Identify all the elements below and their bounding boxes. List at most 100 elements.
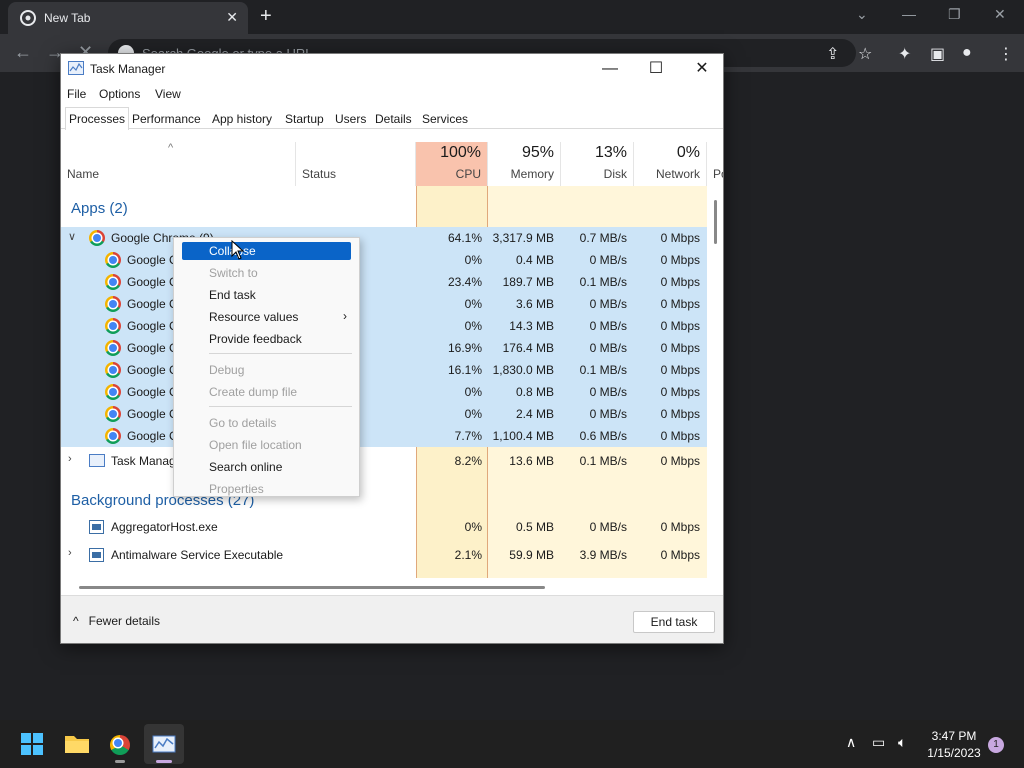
menu-view[interactable]: View <box>155 87 181 101</box>
menu-item-search-online[interactable]: Search online <box>182 458 351 476</box>
cpu-value: 0% <box>464 319 482 333</box>
chrome-taskbar-button[interactable] <box>100 724 140 764</box>
tab-users[interactable]: Users <box>331 107 370 129</box>
start-button[interactable] <box>12 724 52 764</box>
column-network[interactable]: 0% Network <box>634 142 707 186</box>
tab-strip: Processes Performance App history Startu… <box>61 107 723 130</box>
fewer-details-button[interactable]: ^ Fewer details <box>73 614 160 628</box>
cpu-total: 100% <box>440 144 481 161</box>
chevron-up-icon[interactable]: ∧ <box>846 734 856 751</box>
memory-total: 95% <box>521 144 554 161</box>
menu-options[interactable]: Options <box>99 87 140 101</box>
table-row[interactable]: Google Chrome 16.9% 176.4 MB 0 MB/s 0 Mb… <box>61 337 707 359</box>
maximize-button[interactable]: ☐ <box>633 58 679 82</box>
menu-item-provide-feedback[interactable]: Provide feedback <box>182 330 351 348</box>
memory-value: 0.4 MB <box>515 253 554 267</box>
disk-value: 0.6 MB/s <box>579 429 627 443</box>
bookmark-star-icon[interactable]: ☆ <box>858 44 872 64</box>
chrome-icon <box>105 384 121 400</box>
file-explorer-button[interactable] <box>57 724 97 764</box>
notification-badge[interactable]: 1 <box>988 737 1004 753</box>
menu-item-open-file-location: Open file location <box>209 438 302 452</box>
cpu-value: 0% <box>464 297 482 311</box>
table-row[interactable]: Google Chrome 0% 0.4 MB 0 MB/s 0 Mbps <box>61 249 707 271</box>
horizontal-scrollbar[interactable] <box>79 586 545 589</box>
share-icon[interactable]: ⇪ <box>826 44 839 64</box>
chevron-right-icon[interactable]: › <box>68 547 72 559</box>
table-row[interactable]: › Task Manager 8.2% 13.6 MB 0.1 MB/s 0 M… <box>61 450 707 472</box>
menu-separator <box>209 353 352 354</box>
table-row[interactable]: Google Chrome 7.7% 1,100.4 MB 0.6 MB/s 0… <box>61 425 707 447</box>
tab-startup[interactable]: Startup <box>281 107 328 129</box>
memory-value: 3,317.9 MB <box>492 231 554 245</box>
close-tab-icon[interactable]: ✕ <box>226 9 238 26</box>
tab-processes[interactable]: Processes <box>65 107 130 130</box>
back-icon[interactable]: ← <box>14 42 32 63</box>
table-row[interactable]: › Antimalware Service Executable 2.1% 59… <box>61 544 707 566</box>
disk-total: 13% <box>594 144 627 161</box>
extensions-icon[interactable]: ✦ <box>898 44 911 64</box>
browser-tab[interactable]: New Tab ✕ <box>8 2 248 34</box>
tab-search-icon[interactable]: ⌄ <box>856 6 868 23</box>
profile-icon[interactable]: ● <box>962 44 972 62</box>
minimize-icon[interactable]: — <box>902 6 916 22</box>
chevron-down-icon[interactable]: ∨ <box>68 230 76 243</box>
more-menu-icon[interactable]: ⋮ <box>998 44 1014 64</box>
title-bar[interactable]: Task Manager — ☐ ✕ <box>61 54 723 84</box>
network-value: 0 Mbps <box>660 319 700 333</box>
minimize-button[interactable]: — <box>587 58 633 82</box>
end-task-button[interactable]: End task <box>633 611 715 633</box>
network-icon[interactable]: ▭ <box>872 734 885 751</box>
memory-value: 3.6 MB <box>515 297 554 311</box>
close-window-icon[interactable]: ✕ <box>994 6 1006 23</box>
new-tab-button[interactable]: + <box>260 6 272 26</box>
tab-app-history[interactable]: App history <box>208 107 276 129</box>
running-indicator <box>115 760 125 763</box>
side-panel-icon[interactable]: ▣ <box>930 44 945 64</box>
table-row[interactable]: Google Chrome 0% 14.3 MB 0 MB/s 0 Mbps <box>61 315 707 337</box>
column-status[interactable]: Status <box>296 142 416 186</box>
table-row[interactable]: Google Chrome 23.4% 189.7 MB 0.1 MB/s 0 … <box>61 271 707 293</box>
memory-value: 1,830.0 MB <box>492 363 554 377</box>
tab-performance[interactable]: Performance <box>128 107 205 129</box>
menu-item-resource-values[interactable]: Resource values › <box>182 308 351 326</box>
table-row[interactable]: AggregatorHost.exe 0% 0.5 MB 0 MB/s 0 Mb… <box>61 516 707 538</box>
column-power[interactable]: Po <box>707 142 723 186</box>
chevron-up-icon: ^ <box>73 614 79 628</box>
memory-value: 13.6 MB <box>509 454 554 468</box>
task-manager-taskbar-button[interactable] <box>144 724 184 764</box>
restore-icon[interactable]: ❐ <box>948 6 961 23</box>
menu-item-collapse[interactable]: Collapse <box>182 242 351 260</box>
disk-value: 0.1 MB/s <box>579 363 627 377</box>
table-row[interactable]: Google Chrome 16.1% 1,830.0 MB 0.1 MB/s … <box>61 359 707 381</box>
table-row[interactable]: Google Chrome 0% 3.6 MB 0 MB/s 0 Mbps <box>61 293 707 315</box>
clock-time[interactable]: 3:47 PM <box>928 729 980 743</box>
exe-icon <box>89 520 104 534</box>
column-name[interactable]: Name <box>61 142 296 186</box>
menu-item-end-task[interactable]: End task <box>182 286 351 304</box>
clock-date[interactable]: 1/15/2023 <box>922 746 986 760</box>
chevron-right-icon[interactable]: › <box>68 453 72 465</box>
cpu-value: 0% <box>464 253 482 267</box>
chrome-icon <box>105 428 121 444</box>
network-value: 0 Mbps <box>660 275 700 289</box>
chrome-icon <box>110 735 130 755</box>
table-row[interactable]: Google Chrome 0% 0.8 MB 0 MB/s 0 Mbps <box>61 381 707 403</box>
vertical-scrollbar[interactable] <box>714 200 717 244</box>
cpu-value: 0% <box>464 385 482 399</box>
menu-file[interactable]: File <box>67 87 86 101</box>
tab-services[interactable]: Services <box>418 107 472 129</box>
table-row[interactable]: Google Chrome 0% 2.4 MB 0 MB/s 0 Mbps <box>61 403 707 425</box>
tab-details[interactable]: Details <box>371 107 416 129</box>
tab-title: New Tab <box>44 11 91 25</box>
close-button[interactable]: ✕ <box>679 58 723 82</box>
network-value: 0 Mbps <box>660 429 700 443</box>
task-manager-icon <box>68 61 84 75</box>
column-cpu[interactable]: 100% CPU <box>416 142 488 186</box>
disk-value: 0 MB/s <box>589 520 627 534</box>
memory-value: 1,100.4 MB <box>492 429 554 443</box>
volume-icon[interactable]: 🔈︎ <box>898 734 906 751</box>
table-row[interactable]: ∨ Google Chrome (9) 64.1% 3,317.9 MB 0.7… <box>61 227 707 249</box>
column-memory[interactable]: 95% Memory <box>488 142 561 186</box>
column-disk[interactable]: 13% Disk <box>561 142 634 186</box>
